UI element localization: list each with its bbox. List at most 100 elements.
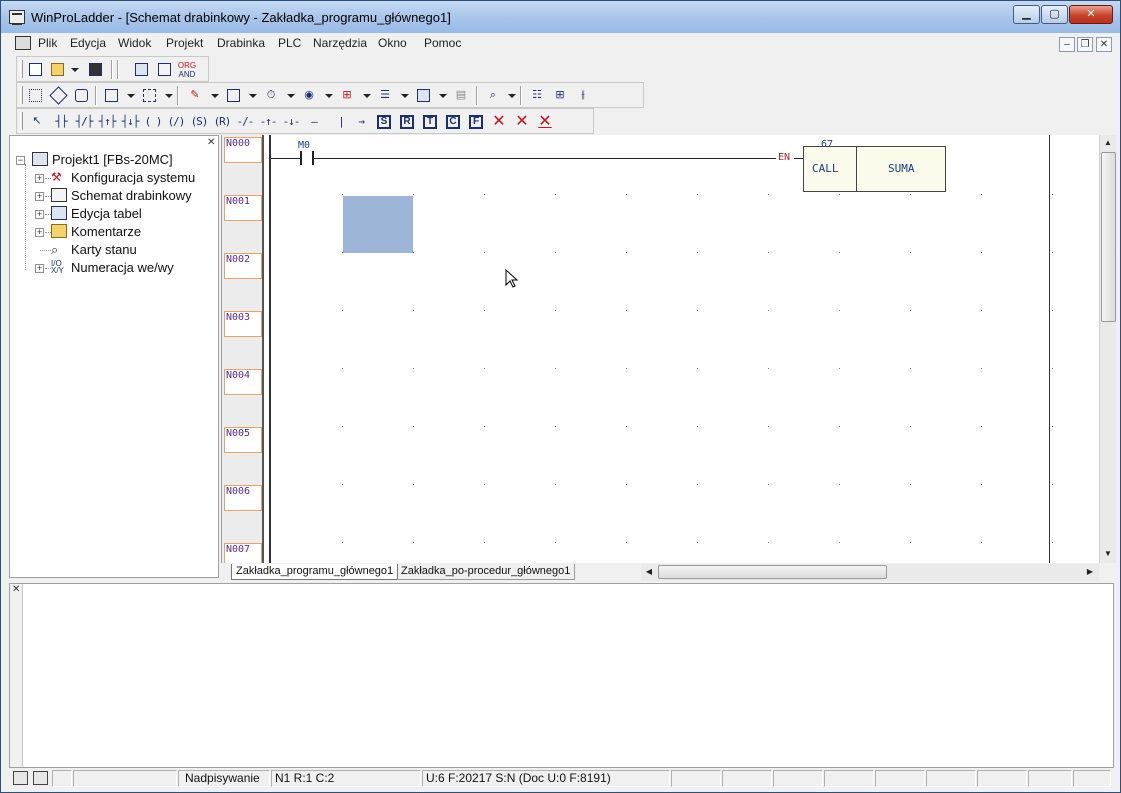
- vertical-scroll-thumb[interactable]: [1101, 152, 1116, 322]
- r-block-icon[interactable]: R: [397, 112, 417, 131]
- close-icon[interactable]: ✕: [12, 584, 20, 595]
- dropdown-icon[interactable]: [325, 94, 333, 98]
- save-icon[interactable]: [85, 60, 105, 79]
- dropdown-icon[interactable]: [127, 94, 135, 98]
- document-icon[interactable]: [15, 36, 31, 50]
- network-label[interactable]: N006: [224, 485, 262, 511]
- expand-icon[interactable]: +: [35, 192, 44, 201]
- open-dropdown-icon[interactable]: [71, 68, 79, 72]
- menu-okno[interactable]: Okno: [378, 36, 407, 50]
- scroll-right-icon[interactable]: ▶: [1082, 564, 1098, 580]
- f-block-icon[interactable]: F: [466, 112, 486, 131]
- expand-icon[interactable]: +: [35, 228, 44, 237]
- vertical-line-icon[interactable]: |: [331, 112, 351, 131]
- close-button[interactable]: ✕: [1069, 5, 1113, 24]
- contact-a-icon[interactable]: ┤├: [51, 112, 71, 131]
- dropdown-icon[interactable]: [287, 94, 295, 98]
- c-block-icon[interactable]: C: [443, 112, 463, 131]
- dropdown-icon[interactable]: [363, 94, 371, 98]
- collapse-icon[interactable]: −: [16, 156, 25, 165]
- horizontal-scroll-thumb[interactable]: [658, 565, 887, 579]
- size-grip[interactable]: [1073, 770, 1111, 787]
- delete-icon[interactable]: ✕: [489, 112, 509, 131]
- arrow-right-icon[interactable]: →: [351, 112, 371, 131]
- tree-item-schemat[interactable]: Schemat drabinkowy: [71, 188, 192, 203]
- io-config-icon[interactable]: [101, 86, 121, 105]
- set-reset-icon[interactable]: ⊞: [337, 86, 357, 105]
- vertical-scrollbar[interactable]: ▲ ▼: [1099, 135, 1116, 563]
- monitor-icon[interactable]: [71, 86, 91, 105]
- menu-drabinka[interactable]: Drabinka: [217, 36, 265, 50]
- stop-plc-icon[interactable]: [48, 86, 68, 105]
- scroll-up-icon[interactable]: ▲: [1100, 135, 1116, 151]
- dropdown-icon[interactable]: [401, 94, 409, 98]
- network-label[interactable]: N002: [224, 253, 262, 279]
- tree-item-edycja[interactable]: Edycja tabel: [71, 206, 142, 221]
- dropdown-icon[interactable]: [165, 94, 173, 98]
- select-arrow-icon[interactable]: ↖: [27, 112, 47, 131]
- toolbar-grip[interactable]: [20, 112, 23, 130]
- open-folder-icon[interactable]: [47, 60, 67, 79]
- toolbar-grip[interactable]: [20, 86, 23, 104]
- counter-icon[interactable]: ◉: [299, 86, 319, 105]
- s-block-icon[interactable]: S: [374, 112, 394, 131]
- document-status-icon[interactable]: [33, 771, 48, 785]
- ladder-view-icon[interactable]: [154, 60, 174, 79]
- t-block-icon[interactable]: T: [420, 112, 440, 131]
- menu-plc[interactable]: PLC: [278, 36, 301, 50]
- expand-icon[interactable]: +: [35, 174, 44, 183]
- menu-projekt[interactable]: Projekt: [166, 36, 203, 50]
- contact-up-icon[interactable]: ┤↑├: [97, 112, 117, 131]
- scroll-left-icon[interactable]: ◀: [641, 564, 657, 580]
- network-label[interactable]: N007: [224, 543, 262, 563]
- horizontal-scrollbar[interactable]: ◀ ▶: [641, 564, 1099, 581]
- timer-icon[interactable]: ⏱: [261, 86, 281, 105]
- mdi-close-button[interactable]: ✕: [1096, 37, 1112, 52]
- tree-item-karty[interactable]: Karty stanu: [71, 242, 137, 257]
- menu-edycja[interactable]: Edycja: [70, 36, 106, 50]
- zoom-dropdown-icon[interactable]: [508, 94, 516, 98]
- new-file-icon[interactable]: [25, 60, 45, 79]
- dropdown-icon[interactable]: [249, 94, 257, 98]
- ladder-editor[interactable]: N000 N001 N002 N003 N004 N005 N006 N007 …: [221, 135, 1099, 563]
- project-info-icon[interactable]: [131, 60, 151, 79]
- coil-icon[interactable]: ( ): [143, 112, 163, 131]
- coil-reset-icon[interactable]: (R): [212, 112, 232, 131]
- invert-icon[interactable]: -/-: [235, 112, 255, 131]
- maximize-button[interactable]: ▢: [1041, 5, 1068, 24]
- toolbar-grip[interactable]: [20, 60, 23, 78]
- delete-row-icon[interactable]: ✕: [512, 112, 532, 131]
- contact-right-plate[interactable]: [312, 151, 314, 165]
- title-bar[interactable]: WinProLadder - [Schemat drabinkowy - Zak…: [1, 1, 1120, 33]
- tree-item-numeracja[interactable]: Numeracja we/wy: [71, 260, 174, 275]
- menu-pomoc[interactable]: Pomoc: [424, 36, 461, 50]
- tree-item-komentarze[interactable]: Komentarze: [71, 224, 141, 239]
- register-icon[interactable]: [139, 86, 159, 105]
- delete-column-icon[interactable]: ✕: [535, 112, 555, 131]
- contact-down-icon[interactable]: ┤↓├: [120, 112, 140, 131]
- layout-icon[interactable]: ☷: [527, 86, 547, 105]
- windows-icon[interactable]: [13, 771, 28, 785]
- mdi-minimize-button[interactable]: –: [1059, 37, 1075, 52]
- menu-widok[interactable]: Widok: [118, 36, 151, 50]
- run-plc-icon[interactable]: [25, 86, 45, 105]
- network-label[interactable]: N004: [224, 369, 262, 395]
- mdi-restore-button[interactable]: ❐: [1077, 37, 1093, 52]
- tab-main-program[interactable]: Zakładka_programu_głównego1: [231, 564, 399, 580]
- menu-plik[interactable]: Plik: [38, 36, 57, 50]
- network-label[interactable]: N001: [224, 195, 262, 221]
- coil-set-icon[interactable]: (S): [189, 112, 209, 131]
- horizontal-line-icon[interactable]: —: [304, 112, 324, 131]
- dropdown-icon[interactable]: [211, 94, 219, 98]
- network-label[interactable]: N005: [224, 427, 262, 453]
- dropdown-icon[interactable]: [439, 94, 447, 98]
- zoom-icon[interactable]: ⌕: [483, 86, 503, 105]
- app-icon[interactable]: [9, 10, 25, 25]
- minimize-button[interactable]: ▁: [1013, 5, 1040, 24]
- contact-address[interactable]: M0: [298, 140, 310, 151]
- pulse-up-icon[interactable]: -↑-: [258, 112, 278, 131]
- scroll-down-icon[interactable]: ▼: [1100, 546, 1116, 562]
- output-pane[interactable]: ✕: [9, 583, 1114, 768]
- network-icon[interactable]: ⊞: [550, 86, 570, 105]
- pulse-down-icon[interactable]: -↓-: [281, 112, 301, 131]
